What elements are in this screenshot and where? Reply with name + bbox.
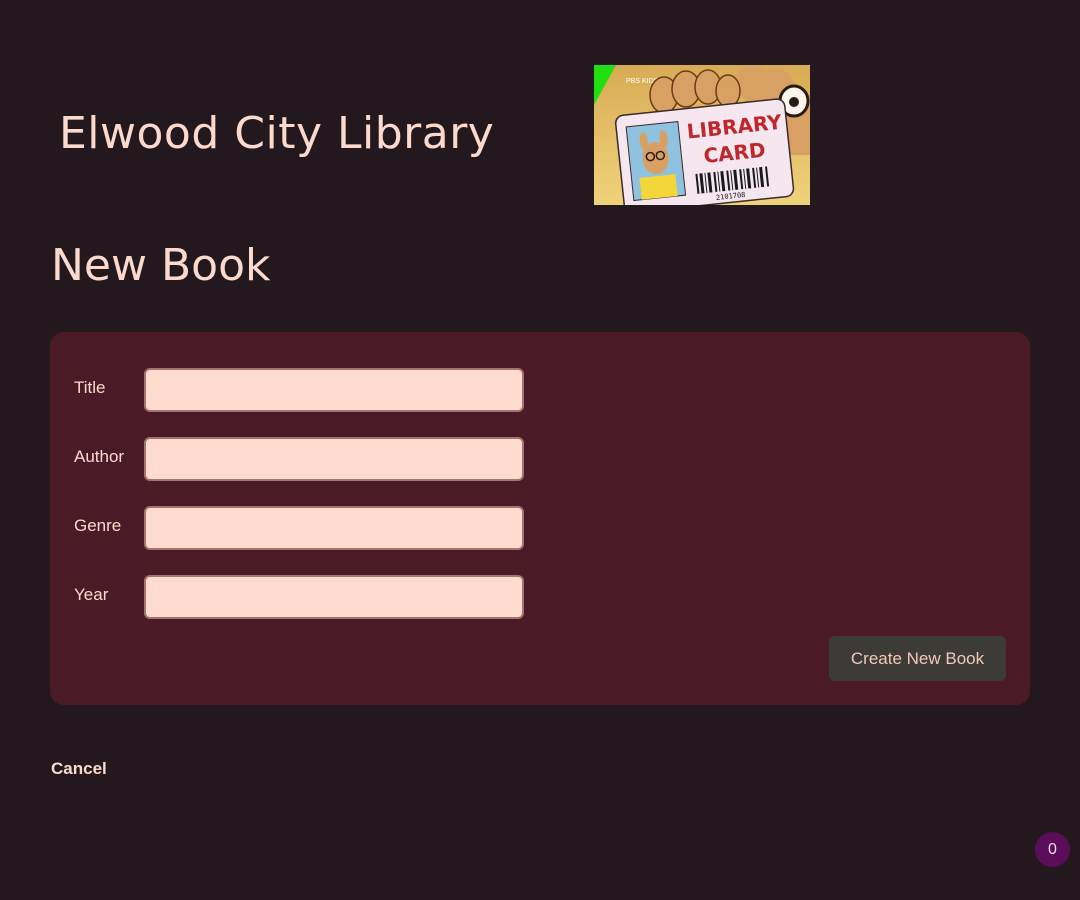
library-card-image: PBS KIDS LIBRARY CARD 2101708 (594, 65, 810, 205)
author-input[interactable] (144, 437, 524, 481)
create-new-book-button[interactable]: Create New Book (829, 636, 1006, 681)
page-title: New Book (51, 240, 271, 291)
cancel-link[interactable]: Cancel (51, 759, 107, 779)
counter-badge[interactable]: 0 (1035, 832, 1070, 867)
genre-input[interactable] (144, 506, 524, 550)
year-input[interactable] (144, 575, 524, 619)
year-label: Year (74, 585, 109, 604)
author-label: Author (74, 447, 125, 466)
title-label: Title (74, 378, 106, 397)
library-card-illustration: PBS KIDS LIBRARY CARD 2101708 (594, 65, 810, 205)
new-book-form: Title Author Genre Year Create New Book (50, 332, 1030, 705)
site-title: Elwood City Library (59, 108, 495, 159)
title-input[interactable] (144, 368, 524, 412)
genre-label: Genre (74, 516, 122, 535)
